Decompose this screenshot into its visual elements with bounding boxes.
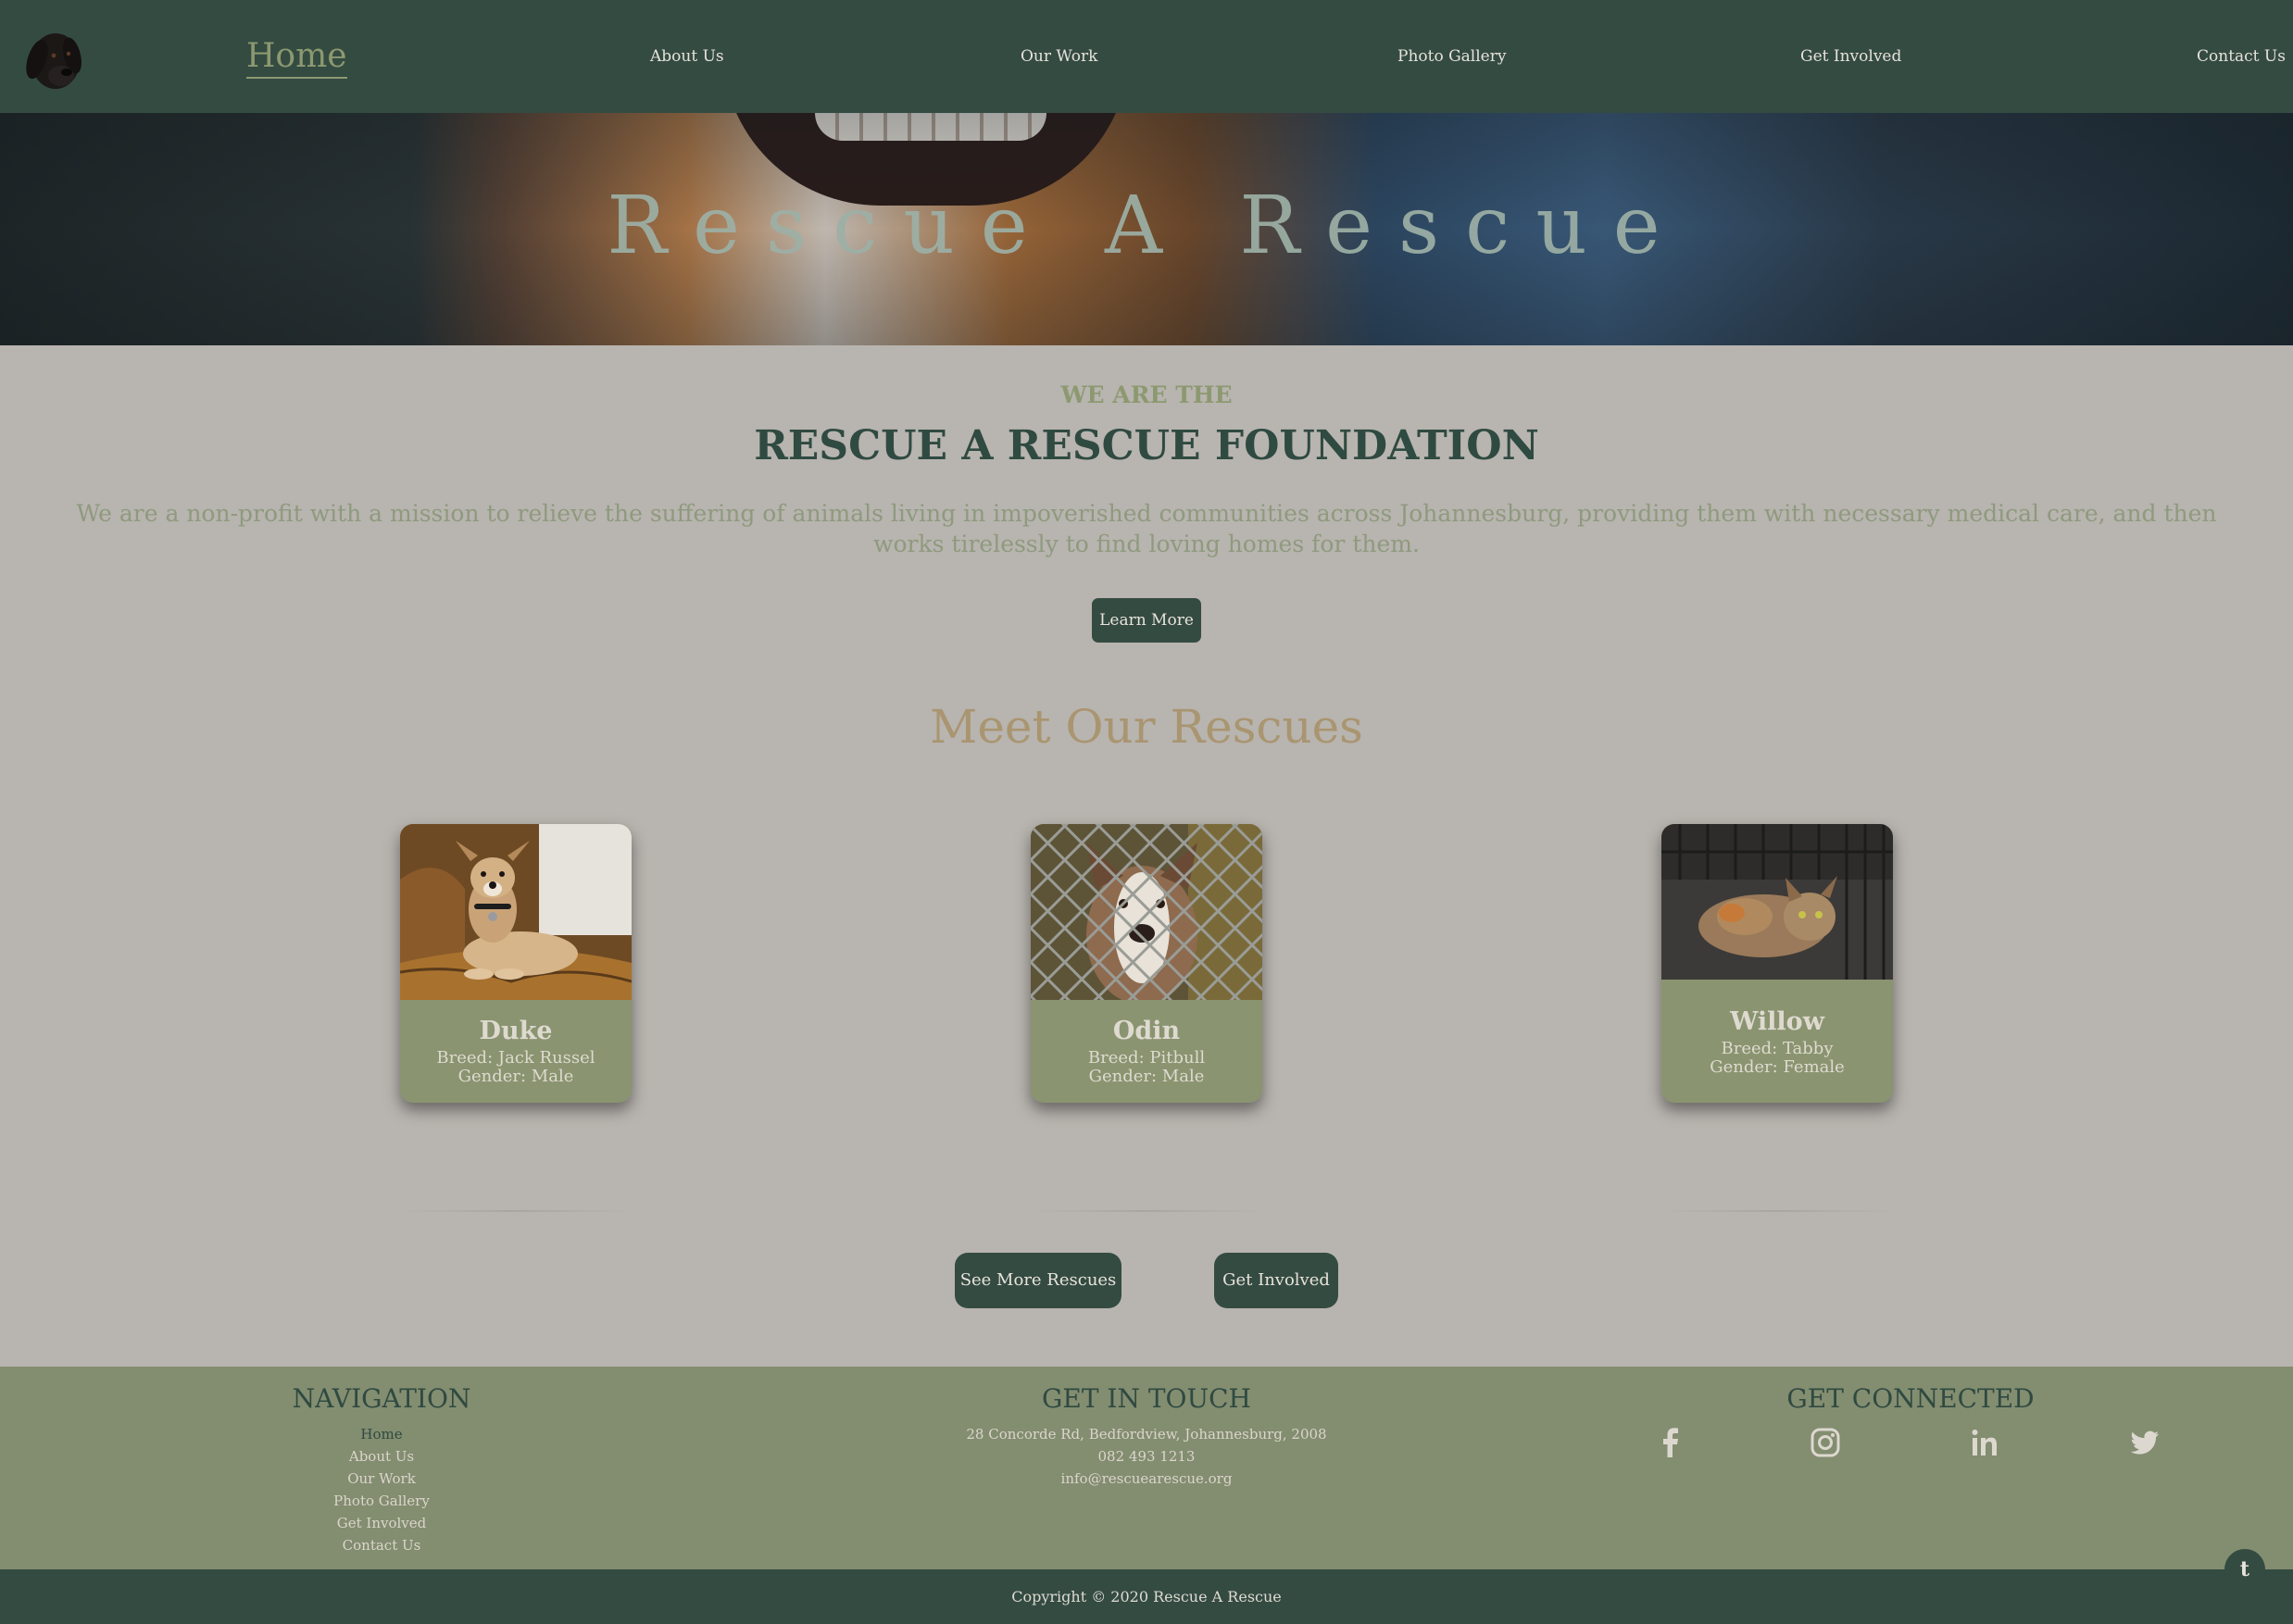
footer-phone[interactable]: 082 493 1213 <box>869 1448 1424 1465</box>
rescue-gender: Gender: Female <box>1710 1057 1845 1077</box>
hero-banner: Rescue A Rescue <box>0 113 2293 345</box>
footer-nav-our-work[interactable]: Our Work <box>104 1470 659 1487</box>
footer-nav-contact-us[interactable]: Contact Us <box>104 1537 659 1554</box>
rescue-name: Odin <box>1112 1017 1181 1045</box>
rescue-breed: Breed: Jack Russel <box>436 1048 595 1068</box>
top-navbar: Home About Us Our Work Photo Gallery Get… <box>0 0 2293 113</box>
see-more-rescues-button[interactable]: See More Rescues <box>955 1253 1121 1308</box>
footer-nav-get-involved[interactable]: Get Involved <box>104 1515 659 1531</box>
rescue-card-odin[interactable]: Odin Breed: Pitbull Gender: Male <box>1031 824 1262 1103</box>
nav-photo-gallery-link[interactable]: Photo Gallery <box>1397 0 1506 113</box>
nav-home-label: Home <box>246 37 347 79</box>
copyright-text: Copyright © 2020 Rescue A Rescue <box>1011 1588 1282 1605</box>
twitter-icon[interactable] <box>2126 1424 2163 1461</box>
duke-photo <box>400 824 632 1000</box>
rescue-name: Duke <box>479 1017 553 1045</box>
footer-nav-photo-gallery[interactable]: Photo Gallery <box>104 1493 659 1509</box>
linkedin-icon[interactable] <box>1966 1424 2003 1461</box>
hero-title: Rescue A Rescue <box>607 180 1686 272</box>
back-to-top-button[interactable]: t <box>2224 1549 2265 1590</box>
footer: NAVIGATION Home About Us Our Work Photo … <box>0 1367 2293 1569</box>
footer-nav-home[interactable]: Home <box>104 1426 659 1443</box>
copyright-bar: Copyright © 2020 Rescue A Rescue <box>0 1569 2293 1624</box>
footer-nav-about-us[interactable]: About Us <box>104 1448 659 1465</box>
rescue-breed: Breed: Tabby <box>1721 1039 1834 1058</box>
card-divider <box>400 1210 632 1212</box>
facebook-icon[interactable] <box>1652 1424 1689 1461</box>
nav-our-work-link[interactable]: Our Work <box>1021 0 1097 113</box>
rescue-gender: Gender: Male <box>457 1067 574 1086</box>
footer-nav-heading: NAVIGATION <box>292 1383 471 1414</box>
odin-photo <box>1031 824 1262 1000</box>
intro-eyebrow: WE ARE THE <box>1060 381 1233 408</box>
card-divider <box>1031 1210 1262 1212</box>
nav-contact-us-link[interactable]: Contact Us <box>2197 0 2286 113</box>
footer-address: 28 Concorde Rd, Bedfordview, Johannesbur… <box>966 1426 1327 1443</box>
footer-email[interactable]: info@rescuearescue.org <box>869 1470 1424 1487</box>
willow-photo <box>1661 824 1893 980</box>
intro-title: RESCUE A RESCUE FOUNDATION <box>754 422 1539 469</box>
rescue-card-willow[interactable]: Willow Breed: Tabby Gender: Female <box>1661 824 1893 1103</box>
footer-touch-heading: GET IN TOUCH <box>1042 1383 1251 1414</box>
rescues-heading: Meet Our Rescues <box>930 700 1363 754</box>
mission-statement: We are a non-profit with a mission to re… <box>76 500 2217 557</box>
footer-connected-heading: GET CONNECTED <box>1786 1383 2035 1414</box>
nav-get-involved-link[interactable]: Get Involved <box>1800 0 1901 113</box>
rescue-card-duke[interactable]: Duke Breed: Jack Russel Gender: Male <box>400 824 632 1103</box>
dog-logo-icon[interactable] <box>20 19 93 93</box>
card-divider <box>1661 1210 1893 1212</box>
rescue-breed: Breed: Pitbull <box>1087 1048 1206 1068</box>
nav-about-us-link[interactable]: About Us <box>650 0 724 113</box>
get-involved-button[interactable]: Get Involved <box>1214 1253 1338 1308</box>
nav-home-link[interactable]: Home <box>246 0 347 113</box>
rescue-gender: Gender: Male <box>1088 1067 1205 1086</box>
learn-more-button[interactable]: Learn More <box>1092 598 1201 643</box>
rescue-name: Willow <box>1730 1007 1824 1036</box>
instagram-icon[interactable] <box>1807 1424 1844 1461</box>
